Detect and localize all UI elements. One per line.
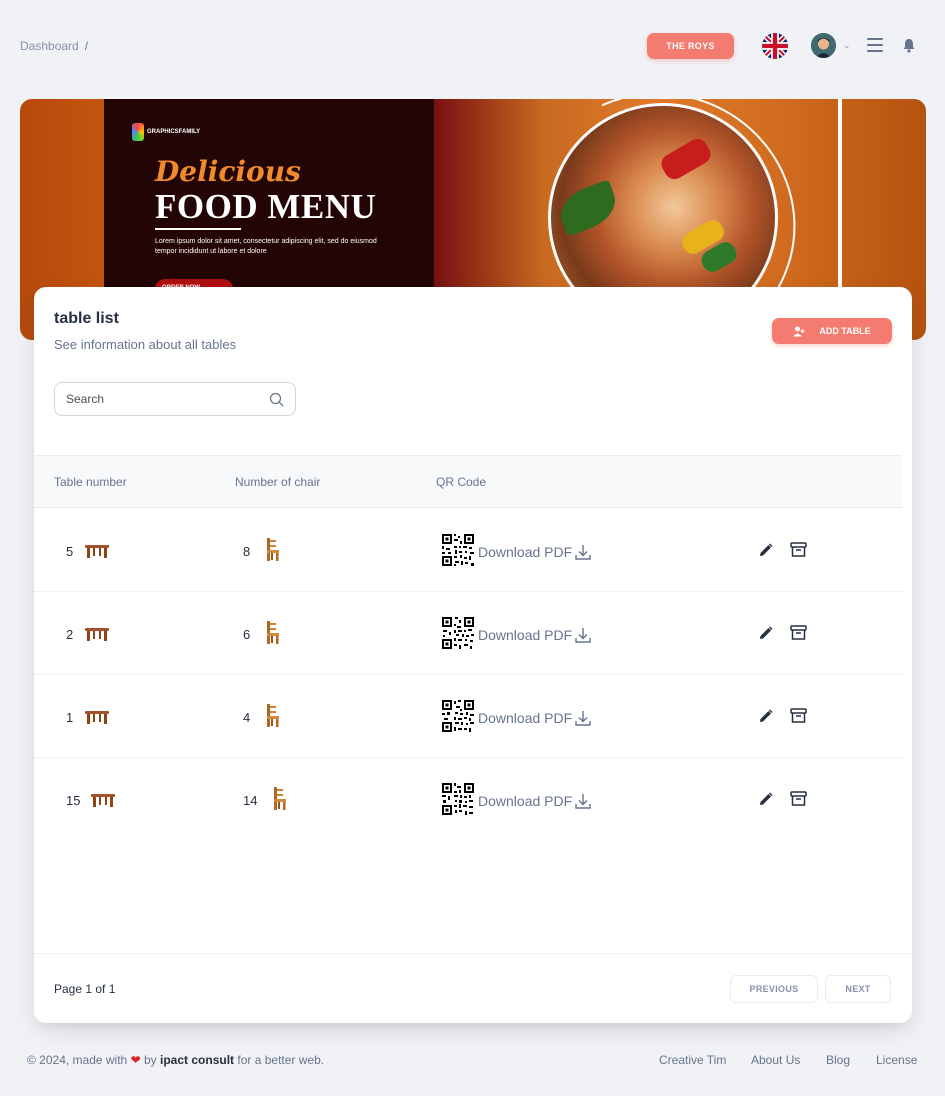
qr-code-icon[interactable] <box>441 533 475 567</box>
archive-icon[interactable] <box>790 707 807 724</box>
download-pdf-link[interactable]: Download PDF <box>478 709 592 727</box>
edit-icon[interactable] <box>759 709 773 723</box>
footer-link-creative-tim[interactable]: Creative Tim <box>659 1053 726 1067</box>
footer-link-about-us[interactable]: About Us <box>751 1053 800 1067</box>
download-icon[interactable] <box>574 709 592 727</box>
footer-link-license[interactable]: License <box>876 1053 917 1067</box>
search-icon[interactable] <box>269 392 284 407</box>
hamburger-menu-icon[interactable] <box>867 38 883 52</box>
download-pdf-link[interactable]: Download PDF <box>478 626 592 644</box>
chair-icon <box>267 704 279 727</box>
table-icon <box>85 628 109 641</box>
table-row: 5 8 Download PDF <box>34 509 902 592</box>
edit-icon[interactable] <box>759 626 773 640</box>
qr-code-icon[interactable] <box>441 616 475 650</box>
download-pdf-link[interactable]: Download PDF <box>478 792 592 810</box>
card-title: table list <box>54 310 119 327</box>
banner-script-title: Delicious <box>155 155 301 188</box>
column-header-qr[interactable]: QR Code <box>436 475 486 489</box>
table-header: Table number Number of chair QR Code <box>34 455 902 508</box>
add-table-label: ADD TABLE <box>819 326 871 336</box>
archive-icon[interactable] <box>790 541 807 558</box>
table-number: 1 <box>66 710 74 725</box>
footer-suffix: for a better web. <box>237 1053 325 1067</box>
edit-icon[interactable] <box>759 543 773 557</box>
page-info: Page 1 of 1 <box>54 982 116 996</box>
footer-company-link[interactable]: ipact consult <box>160 1053 234 1067</box>
add-user-icon <box>793 326 805 336</box>
chair-icon <box>267 538 279 561</box>
footer-link-blog[interactable]: Blog <box>826 1053 850 1067</box>
chair-count: 4 <box>243 710 251 725</box>
download-pdf-label: Download PDF <box>478 793 573 809</box>
previous-button[interactable]: PREVIOUS <box>730 975 818 1003</box>
edit-icon[interactable] <box>759 792 773 806</box>
add-table-button[interactable]: ADD TABLE <box>772 318 892 344</box>
avatar-chevron-icon[interactable]: ⌄ <box>843 40 851 51</box>
banner-body: Lorem ipsum dolor sit amet, consectetur … <box>155 238 377 255</box>
chair-count: 8 <box>243 544 251 559</box>
qr-code-icon[interactable] <box>441 782 475 816</box>
download-icon[interactable] <box>574 626 592 644</box>
heart-icon: ❤ <box>130 1053 141 1067</box>
archive-icon[interactable] <box>790 790 807 807</box>
footer-credit: © 2024, made with ❤ by ipact consult for… <box>27 1053 324 1067</box>
footer-prefix: © 2024, made with <box>27 1053 128 1067</box>
table-list-card: table list See information about all tab… <box>34 287 912 1023</box>
table-row: 1 4 Download PDF <box>34 675 902 758</box>
card-subtitle: See information about all tables <box>54 337 237 352</box>
table-number: 15 <box>66 793 81 808</box>
pagination-bar: Page 1 of 1 PREVIOUS NEXT <box>34 953 912 1023</box>
search-field <box>54 382 296 416</box>
table-icon <box>85 545 109 558</box>
banner-bar <box>838 99 842 289</box>
chevron-down-icon: ⌄ <box>770 64 777 73</box>
chair-icon <box>274 787 286 810</box>
banner-divider <box>155 228 241 230</box>
footer-by: by <box>143 1053 157 1067</box>
banner-logo: GRAPHICSFAMILY <box>132 123 200 141</box>
archive-icon[interactable] <box>790 624 807 641</box>
table-icon <box>85 711 109 724</box>
next-button[interactable]: NEXT <box>825 975 891 1003</box>
breadcrumb: Dashboard / <box>20 39 88 53</box>
breadcrumb-separator: / <box>84 39 89 53</box>
search-input[interactable] <box>66 392 269 406</box>
chair-count: 14 <box>243 793 258 808</box>
download-pdf-link[interactable]: Download PDF <box>478 543 592 561</box>
banner-title: FOOD MENU <box>155 187 377 226</box>
download-icon[interactable] <box>574 792 592 810</box>
download-icon[interactable] <box>574 543 592 561</box>
download-pdf-label: Download PDF <box>478 710 573 726</box>
breadcrumb-root[interactable]: Dashboard <box>20 39 79 53</box>
chair-icon <box>267 621 279 644</box>
table-icon <box>91 794 115 807</box>
table-row: 15 14 Download PDF <box>34 758 902 841</box>
table-number: 2 <box>66 627 74 642</box>
table-number: 5 <box>66 544 74 559</box>
chair-count: 6 <box>243 627 251 642</box>
uk-flag-icon[interactable] <box>762 33 788 59</box>
restaurant-button[interactable]: THE ROYS <box>647 33 734 59</box>
download-pdf-label: Download PDF <box>478 627 573 643</box>
column-header-table-number[interactable]: Table number <box>54 475 127 489</box>
avatar[interactable] <box>811 33 836 58</box>
qr-code-icon[interactable] <box>441 699 475 733</box>
download-pdf-label: Download PDF <box>478 544 573 560</box>
column-header-chairs[interactable]: Number of chair <box>235 475 320 489</box>
logo-icon <box>132 123 144 141</box>
table-row: 2 6 Download PDF <box>34 592 902 675</box>
logo-text: GRAPHICSFAMILY <box>147 129 201 135</box>
bell-icon[interactable] <box>902 38 916 53</box>
